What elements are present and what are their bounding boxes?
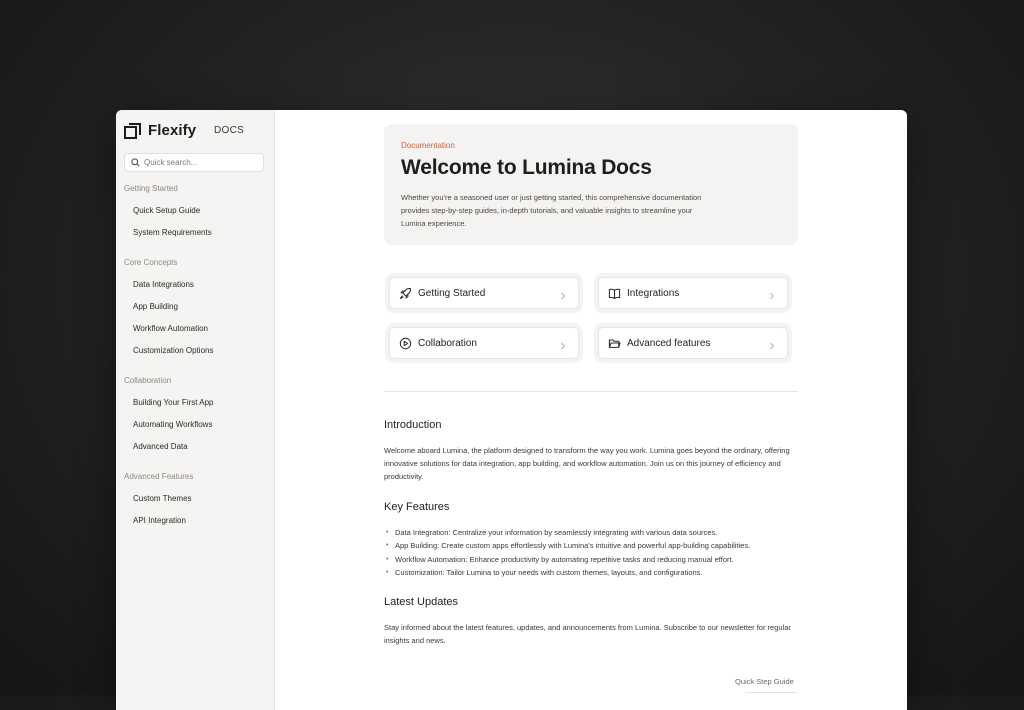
play-circle-icon	[398, 336, 412, 350]
sidebar-item-app-building[interactable]: App Building	[116, 300, 274, 322]
sidebar-item-data-integrations[interactable]: Data Integrations	[116, 278, 274, 300]
card-label: Getting Started	[418, 287, 486, 299]
features-list: Data Integration: Centralize your inform…	[384, 526, 794, 579]
nav-group-title: Collaboration	[124, 376, 172, 385]
docs-section-label[interactable]: DOCS	[214, 125, 244, 136]
book-icon	[607, 286, 621, 300]
card-label: Integrations	[627, 287, 680, 299]
sidebar-item-building-first-app[interactable]: Building Your First App	[116, 396, 274, 418]
nav-group-title: Advanced Features	[124, 472, 194, 481]
flexify-logo-icon	[124, 122, 142, 139]
card-label: Advanced features	[627, 337, 711, 349]
sidebar-item-api-integration[interactable]: API Integration	[116, 514, 274, 536]
sidebar-item-quick-setup-guide[interactable]: Quick Setup Guide	[116, 204, 274, 226]
list-item: App Building: Create custom apps effortl…	[384, 539, 794, 553]
hero-description: Whether you're a seasoned user or just g…	[401, 193, 702, 228]
chevron-right-icon	[558, 288, 568, 300]
intro-heading: Introduction	[384, 419, 442, 431]
updates-section: Latest Updates Stay informed about the l…	[384, 596, 794, 647]
nav-group-title: Core Concepts	[124, 258, 178, 267]
intro-section: Introduction Welcome aboard Lumina, the …	[384, 419, 794, 483]
sidebar-item-automating-workflows[interactable]: Automating Workflows	[116, 418, 274, 440]
docs-window: Flexify DOCS Getting Started Quick Setup…	[116, 110, 907, 710]
search-icon	[131, 154, 140, 172]
chevron-right-icon	[767, 338, 777, 350]
sidebar-item-advanced-data[interactable]: Advanced Data	[116, 440, 274, 462]
sidebar-item-system-requirements[interactable]: System Requirements	[116, 226, 274, 248]
hero-panel: Documentation Welcome to Lumina Docs Whe…	[384, 124, 798, 245]
footer-divider	[745, 692, 797, 693]
search-input[interactable]	[144, 158, 254, 167]
card-integrations[interactable]: Integrations	[598, 277, 788, 309]
updates-heading: Latest Updates	[384, 596, 458, 608]
next-page-link[interactable]: Quick Step Guide	[735, 677, 794, 686]
card-collaboration[interactable]: Collaboration	[389, 327, 579, 359]
sidebar-item-workflow-automation[interactable]: Workflow Automation	[116, 322, 274, 344]
sidebar-nav: Getting Started Quick Setup Guide System…	[116, 182, 274, 536]
sidebar: Flexify DOCS Getting Started Quick Setup…	[116, 110, 275, 710]
intro-text: Welcome aboard Lumina, the platform desi…	[384, 446, 790, 481]
list-item: Data Integration: Centralize your inform…	[384, 526, 794, 540]
brand-name: Flexify	[148, 122, 197, 139]
updates-text: Stay informed about the latest features,…	[384, 623, 791, 645]
rocket-icon	[398, 286, 412, 300]
nav-group-title: Getting Started	[124, 184, 178, 193]
chevron-right-icon	[767, 288, 777, 300]
folder-icon	[607, 336, 621, 350]
chevron-right-icon	[558, 338, 568, 350]
card-label: Collaboration	[418, 337, 477, 349]
search-box[interactable]	[124, 153, 264, 172]
list-item: Workflow Automation: Enhance productivit…	[384, 553, 794, 567]
page-title: Welcome to Lumina Docs	[401, 156, 652, 179]
list-item: Customization: Tailor Lumina to your nee…	[384, 566, 794, 580]
section-divider	[384, 391, 798, 392]
brand-logo[interactable]: Flexify	[124, 122, 196, 139]
hero-eyebrow: Documentation	[401, 141, 455, 150]
sidebar-item-custom-themes[interactable]: Custom Themes	[116, 492, 274, 514]
features-section: Key Features Data Integration: Centraliz…	[384, 501, 794, 579]
sidebar-item-customization-options[interactable]: Customization Options	[116, 344, 274, 366]
card-getting-started[interactable]: Getting Started	[389, 277, 579, 309]
main-content: Documentation Welcome to Lumina Docs Whe…	[275, 110, 907, 710]
card-advanced-features[interactable]: Advanced features	[598, 327, 788, 359]
features-heading: Key Features	[384, 501, 450, 513]
